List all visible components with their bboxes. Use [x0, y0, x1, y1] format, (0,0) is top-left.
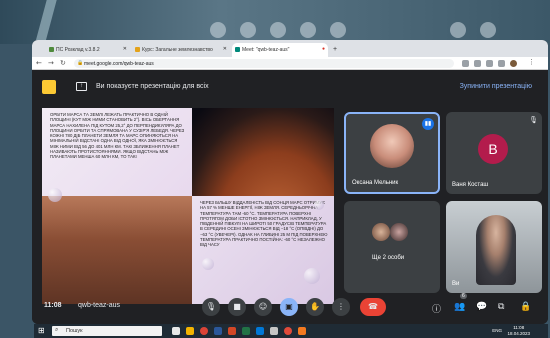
- bubble-decoration: [314, 200, 324, 210]
- recording-dot-icon: ●: [321, 46, 325, 52]
- participant-name: Ви: [452, 281, 460, 287]
- meeting-time: 11:08: [44, 302, 62, 309]
- speaking-indicator-icon: ▮▮: [422, 118, 434, 130]
- forward-icon[interactable]: →: [48, 59, 54, 67]
- tab-meet[interactable]: Meet: "qwb-teaz-aus" ●: [232, 43, 328, 57]
- participant-name: Ще 2 особи: [372, 255, 405, 261]
- extension-icon[interactable]: [462, 60, 469, 67]
- muted-mic-icon: 🎙: [529, 117, 538, 124]
- bubble-decoration: [48, 188, 62, 202]
- profile-avatar-icon[interactable]: [510, 60, 517, 67]
- blurred-icon: [240, 22, 256, 38]
- avatar: [372, 223, 390, 241]
- host-controls-icon[interactable]: 🔒: [520, 302, 531, 312]
- reload-icon[interactable]: ↻: [60, 59, 66, 67]
- self-video: [476, 215, 516, 285]
- blurred-icon: [270, 22, 286, 38]
- tab-course[interactable]: Курс: Загальне землезнавство ✕: [132, 43, 230, 57]
- close-tab-icon[interactable]: ✕: [123, 46, 127, 52]
- edge-icon[interactable]: [256, 327, 264, 335]
- presenting-banner: ↑ Ви показуєте презентацію для всіх Зупи…: [42, 76, 542, 98]
- tab-strip: ПС Розклад v.3.8.2 ✕ Курс: Загальне земл…: [32, 40, 548, 57]
- url-field[interactable]: 🔒 meet.google.com/qwb-teaz-aus: [74, 59, 454, 68]
- camera-button[interactable]: ■: [228, 298, 246, 316]
- people-icon[interactable]: 👥: [454, 302, 465, 312]
- banner-text: Ви показуєте презентацію для всіх: [96, 83, 209, 90]
- presenting-icon: [42, 80, 56, 94]
- present-screen-button[interactable]: ▣: [280, 298, 298, 316]
- leave-call-button[interactable]: ☎: [360, 298, 386, 316]
- menu-icon[interactable]: ⋮: [528, 58, 535, 66]
- monitor-screen: ПС Розклад v.3.8.2 ✕ Курс: Загальне земл…: [32, 40, 548, 324]
- raise-hand-button[interactable]: ✋: [306, 298, 324, 316]
- mars-image: [182, 108, 334, 196]
- bubble-decoration: [202, 258, 214, 270]
- mars-surface-image: [42, 196, 192, 304]
- blurred-icon: [300, 22, 316, 38]
- chat-icon[interactable]: 💬: [476, 302, 487, 312]
- close-tab-icon[interactable]: ✕: [223, 46, 227, 52]
- info-icon[interactable]: ⓘ: [432, 302, 441, 315]
- presentation-slide: ОРБІТИ МАРСА ТА ЗЕМЛІ ЛЕЖАТЬ ПРАКТИЧНО В…: [42, 108, 334, 304]
- blurred-icon: [480, 22, 496, 38]
- app-icon[interactable]: [270, 327, 278, 335]
- stop-presenting-button[interactable]: Зупинити презентацію: [460, 83, 532, 90]
- tab-favicon-icon: [235, 47, 240, 52]
- activities-icon[interactable]: ⧉: [498, 302, 504, 312]
- tab-favicon-icon: [135, 47, 140, 52]
- tab-favicon-icon: [49, 47, 54, 52]
- chrome-icon[interactable]: [200, 327, 208, 335]
- taskbar-search[interactable]: ⌕ Пошук: [52, 326, 162, 336]
- task-view-icon[interactable]: [172, 327, 180, 335]
- bubble-decoration: [304, 268, 320, 284]
- language-indicator[interactable]: ENG: [492, 328, 502, 333]
- tab-rozklad[interactable]: ПС Розклад v.3.8.2 ✕: [46, 43, 130, 57]
- slide-text-orbit: ОРБІТИ МАРСА ТА ЗЕМЛІ ЛЕЖАТЬ ПРАКТИЧНО В…: [42, 108, 192, 196]
- avatar: [390, 223, 408, 241]
- slide-text-temperature: ЧЕРЕЗ БІЛЬШУ ВІДДАЛЕНІСТЬ ВІД СОНЦЯ МАРС…: [192, 196, 334, 304]
- participant-tile-self[interactable]: Ви: [446, 201, 542, 293]
- participant-tile-others[interactable]: Ще 2 особи: [344, 201, 440, 293]
- search-icon: ⌕: [55, 327, 59, 333]
- participant-count-badge: 6: [460, 293, 467, 299]
- taskbar-clock[interactable]: 11:08 18.04.2023: [507, 325, 530, 337]
- participant-name: Ваня Косташ: [452, 182, 489, 188]
- meeting-code: qwb-teaz-aus: [78, 302, 121, 309]
- powerpoint-icon[interactable]: [228, 327, 236, 335]
- lock-icon: 🔒: [77, 60, 84, 66]
- new-tab-button[interactable]: +: [330, 43, 342, 57]
- back-icon[interactable]: ←: [36, 59, 42, 67]
- app-icon[interactable]: [298, 327, 306, 335]
- word-icon[interactable]: [214, 327, 222, 335]
- emoji-button[interactable]: ☺: [254, 298, 272, 316]
- participant-tile-oksana[interactable]: ▮▮ Оксана Мельник: [344, 112, 440, 194]
- meet-app: ↑ Ви показуєте презентацію для всіх Зупи…: [32, 70, 548, 324]
- opera-icon[interactable]: [284, 327, 292, 335]
- blurred-icon: [450, 22, 466, 38]
- address-bar-row: ← → ↻ 🔒 meet.google.com/qwb-teaz-aus ⋮: [32, 57, 548, 70]
- file-explorer-icon[interactable]: [186, 327, 194, 335]
- microphone-button[interactable]: 🎙: [202, 298, 220, 316]
- present-screen-icon: ↑: [76, 82, 87, 91]
- extension-icon[interactable]: [486, 60, 493, 67]
- blurred-icon: [210, 22, 226, 38]
- participant-tile-vanya[interactable]: B 🎙 Ваня Косташ: [446, 112, 542, 194]
- start-icon[interactable]: ⊞: [38, 326, 45, 335]
- extension-icon[interactable]: [474, 60, 481, 67]
- avatar: [370, 124, 414, 168]
- participant-name: Оксана Мельник: [352, 180, 399, 186]
- extension-icon[interactable]: [498, 60, 505, 67]
- windows-taskbar: ⊞ ⌕ Пошук ENG 11:08 18.04.2023: [34, 324, 548, 338]
- avatar: B: [478, 134, 508, 164]
- control-bar: 11:08 qwb-teaz-aus 🎙 ■ ☺ ▣ ✋ ⋮ ☎ ⓘ 👥 6 💬…: [32, 293, 548, 324]
- excel-icon[interactable]: [242, 327, 250, 335]
- more-options-button[interactable]: ⋮: [332, 298, 350, 316]
- blurred-icon: [330, 22, 346, 38]
